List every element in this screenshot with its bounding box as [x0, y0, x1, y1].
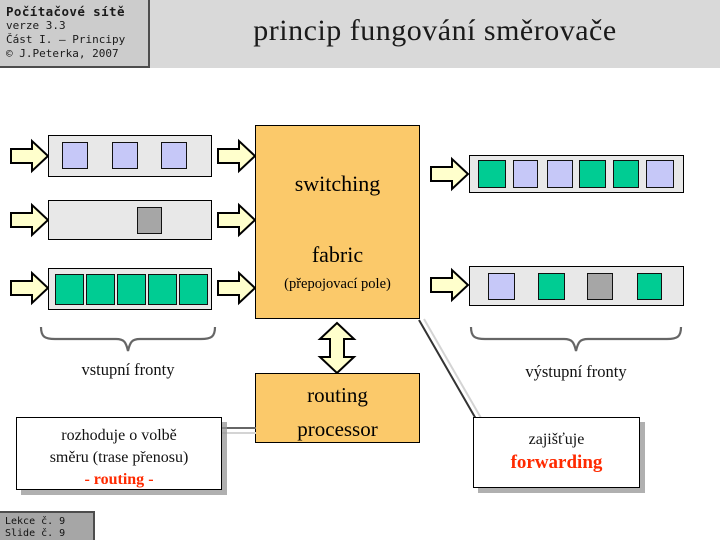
packet-cell	[613, 160, 639, 188]
input-arrow-3-icon	[10, 270, 50, 306]
input-queue-1	[48, 135, 212, 177]
fabric-to-output-arrow-2-icon	[430, 267, 470, 303]
course-title: Počítačové sítě	[6, 4, 125, 19]
callout-left-line1: rozhoduje o volbě	[61, 427, 177, 444]
routing-callout-box[interactable]: rozhoduje o volbě směru (trase přenosu) …	[16, 417, 222, 490]
input-brace-icon	[39, 326, 217, 352]
packet-cell	[478, 160, 506, 188]
course-version: verze 3.3	[6, 19, 66, 32]
fabric-to-output-arrow-1-icon	[430, 156, 470, 192]
packet-cell	[112, 142, 138, 169]
callout-left-line3: - routing -	[17, 469, 221, 491]
course-copyright: © J.Peterka, 2007	[6, 47, 119, 60]
routing-processor-line2: processor	[297, 417, 378, 441]
switching-fabric-line2: fabric	[311, 242, 364, 267]
input-to-fabric-arrow-2-icon	[217, 202, 257, 238]
input-to-fabric-arrow-3-icon	[217, 270, 257, 306]
packet-cell	[579, 160, 606, 188]
packet-cell	[62, 142, 88, 169]
page-title: princip fungování směrovače	[253, 14, 617, 47]
forwarding-keyword: forwarding	[510, 452, 603, 473]
callout-left-line2: směru (trase přenosu)	[49, 449, 189, 466]
input-arrow-2-icon	[10, 202, 50, 238]
packet-cell	[646, 160, 674, 188]
packet-cell	[179, 274, 208, 305]
callout-right-line1: zajišťuje	[528, 431, 585, 448]
packet-cell	[513, 160, 538, 188]
lecture-number: Lekce č. 9	[5, 516, 66, 527]
input-queues-label: vstupní fronty	[81, 360, 175, 379]
packet-cell	[637, 273, 662, 300]
course-info-block: Počítačové sítě verze 3.3 Část I. – Prin…	[0, 0, 150, 68]
input-queue-2	[48, 200, 212, 240]
routing-processor-box[interactable]: routing processor	[255, 373, 420, 443]
packet-cell	[137, 207, 162, 234]
packet-cell	[488, 273, 515, 300]
dash-left: -	[84, 471, 90, 488]
packet-cell	[161, 142, 187, 169]
forwarding-callout-box[interactable]: zajišťuje forwarding	[473, 417, 640, 488]
packet-cell	[538, 273, 565, 300]
input-arrow-1-icon	[10, 138, 50, 174]
switching-fabric-box[interactable]: switching fabric (přepojovací pole)	[255, 125, 420, 319]
packet-cell	[117, 274, 146, 305]
slide-number: Slide č. 9	[5, 528, 66, 539]
slide-canvas: Počítačové sítě verze 3.3 Část I. – Prin…	[0, 0, 720, 540]
routing-processor-line1: routing	[307, 383, 368, 407]
packet-cell	[148, 274, 177, 305]
fabric-to-right-callout-connector	[418, 318, 482, 420]
packet-cell	[587, 273, 613, 300]
slide-footer: Lekce č. 9 Slide č. 9	[0, 511, 95, 540]
packet-cell	[547, 160, 573, 188]
output-queue-2	[469, 266, 684, 306]
packet-cell	[86, 274, 115, 305]
processor-to-left-callout-connector	[222, 427, 256, 434]
input-queue-3	[48, 268, 212, 310]
switching-fabric-subtitle: (přepojovací pole)	[284, 276, 391, 292]
switching-fabric-line1: switching	[294, 171, 381, 196]
output-queue-1	[469, 155, 684, 193]
fabric-processor-link-icon	[317, 321, 357, 375]
dash-right: -	[148, 471, 154, 488]
routing-keyword: routing	[93, 471, 145, 488]
packet-cell	[55, 274, 84, 305]
course-part: Část I. – Principy	[6, 33, 126, 46]
input-to-fabric-arrow-1-icon	[217, 138, 257, 174]
